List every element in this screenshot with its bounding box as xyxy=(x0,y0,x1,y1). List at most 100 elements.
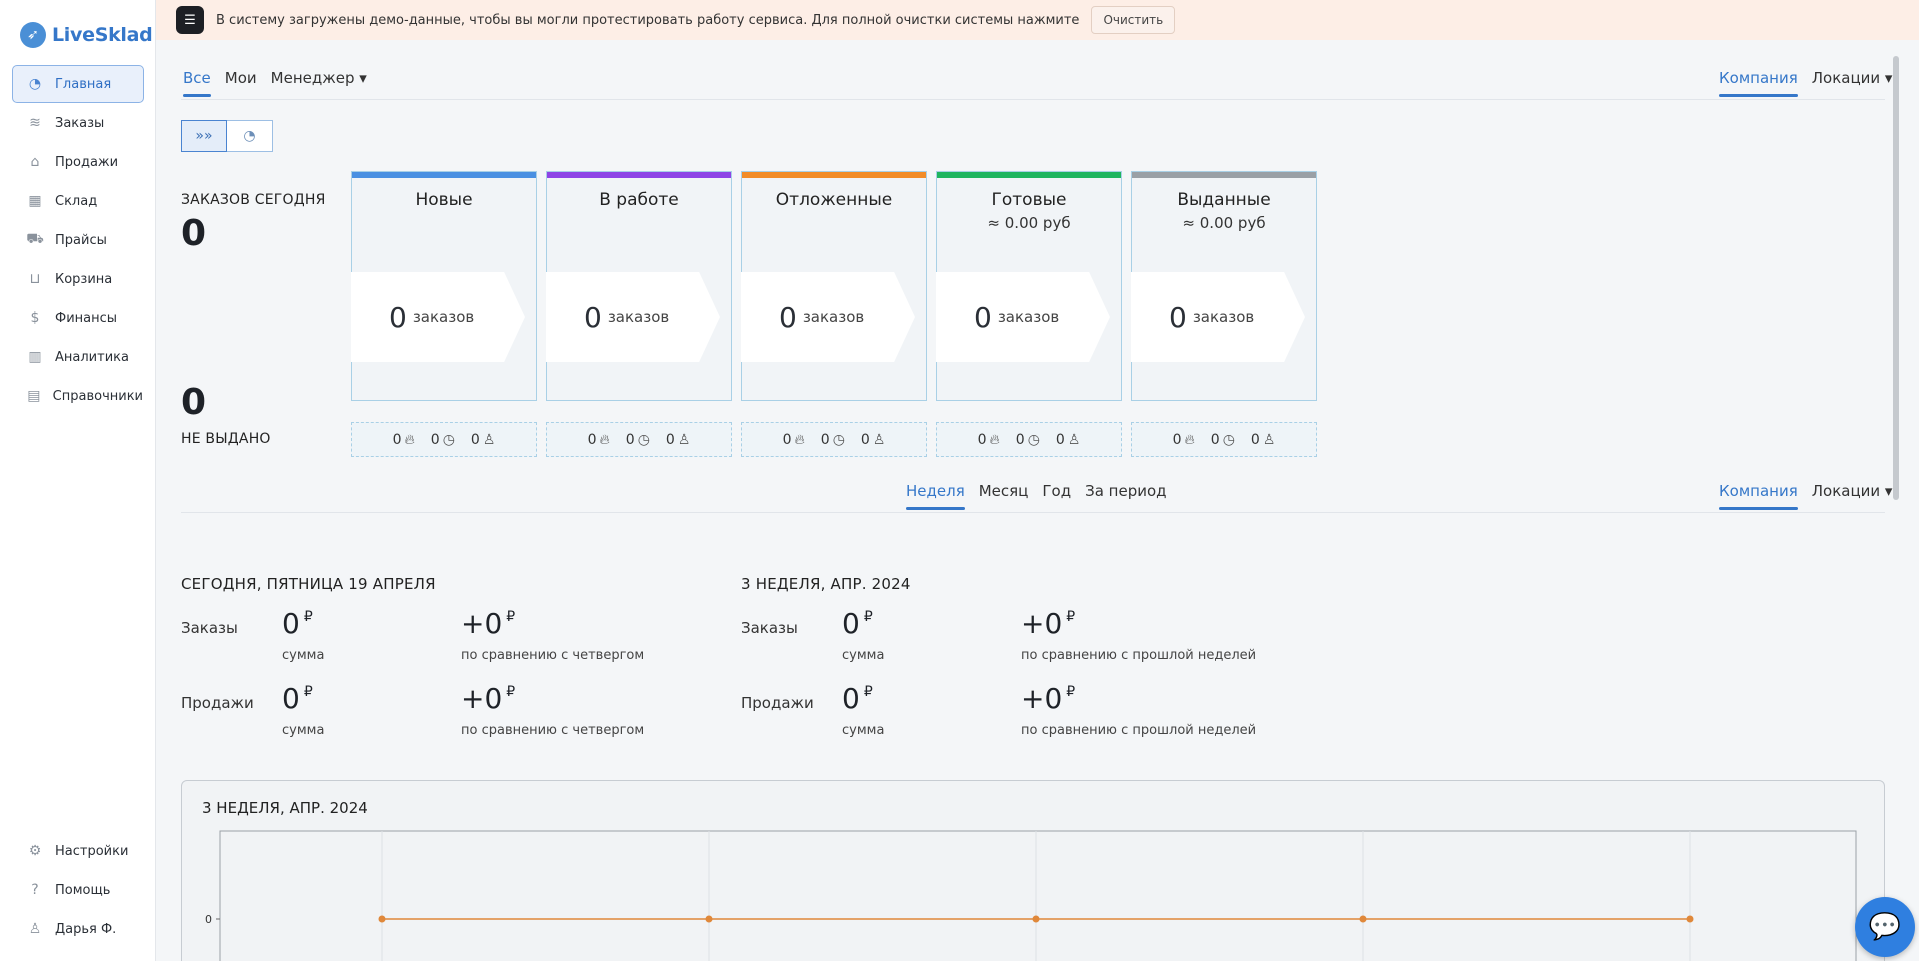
status-indicators: 0 🔥︎ 0 ◷ 0 ♙ xyxy=(936,422,1122,457)
status-count: 0 xyxy=(584,300,602,334)
ruble-icon: ₽ xyxy=(1066,609,1076,625)
chart-point-0 xyxy=(378,915,386,923)
status-count-arrow: 0 заказов xyxy=(1131,272,1305,362)
overdue-count[interactable]: 0 ◷ xyxy=(1016,432,1040,448)
pie-view-icon[interactable]: ◔ xyxy=(227,120,273,152)
locations-dropdown[interactable]: Локации ▾ xyxy=(1812,69,1893,97)
sales-row-label: Продажи xyxy=(181,694,254,712)
tab-mine[interactable]: Мои xyxy=(225,69,257,97)
status-indicators: 0 🔥︎ 0 ◷ 0 ♙ xyxy=(351,422,537,457)
sidebar-item-label: Настройки xyxy=(55,843,129,859)
tab-company[interactable]: Компания xyxy=(1719,69,1798,97)
urgent-count[interactable]: 0 🔥︎ xyxy=(978,432,1000,448)
status-count-unit: заказов xyxy=(412,308,475,326)
tab-period[interactable]: За период xyxy=(1085,482,1166,510)
status-count: 0 xyxy=(974,300,992,334)
user-icon: ♙ xyxy=(28,921,42,937)
clock-icon: ◷ xyxy=(1027,431,1040,448)
status-sum: ≈ 0.00 руб xyxy=(987,214,1071,232)
sidebar-item-gear[interactable]: ⚙ Настройки xyxy=(12,832,144,870)
sidebar-item-money-bag[interactable]: $ Финансы xyxy=(12,299,144,337)
status-card[interactable]: Выданные ≈ 0.00 руб 0 заказов xyxy=(1131,171,1317,401)
urgent-count[interactable]: 0 🔥︎ xyxy=(393,432,415,448)
user-icon: ♙ xyxy=(1262,431,1276,448)
status-count-unit: заказов xyxy=(1192,308,1255,326)
status-count-unit: заказов xyxy=(802,308,865,326)
status-card[interactable]: В работе 0 заказов xyxy=(546,171,732,401)
assigned-count[interactable]: 0 ♙ xyxy=(471,432,495,448)
database-icon: ☰ xyxy=(176,6,204,34)
sidebar-item-label: Главная xyxy=(55,76,112,92)
sidebar-item-warehouse[interactable]: ▦ Склад xyxy=(12,182,144,220)
overdue-count[interactable]: 0 ◷ xyxy=(626,432,650,448)
bar-chart-icon: ▥ xyxy=(28,349,42,365)
chat-bubble-icon[interactable]: 💬 xyxy=(1855,897,1915,957)
sidebar-item-bar-chart[interactable]: ▥ Аналитика xyxy=(12,338,144,376)
period-tabs: Неделя Месяц Год За период xyxy=(906,482,1167,510)
sidebar-item-label: Корзина xyxy=(55,271,113,287)
warehouse-icon: ▦ xyxy=(28,193,42,209)
ruble-icon: ₽ xyxy=(1066,684,1076,700)
clear-data-button[interactable]: Очистить xyxy=(1091,6,1176,34)
store-icon: ⌂ xyxy=(30,154,40,170)
tab-company-stats[interactable]: Компания xyxy=(1719,482,1798,510)
sidebar-item-store[interactable]: ⌂ Продажи xyxy=(12,143,144,181)
tab-week[interactable]: Неделя xyxy=(906,482,965,510)
demo-data-banner: ☰ В систему загружены демо-данные, чтобы… xyxy=(156,0,1919,40)
chart-plot-frame xyxy=(219,830,1857,961)
assigned-count[interactable]: 0 ♙ xyxy=(1056,432,1080,448)
urgent-count[interactable]: 0 🔥︎ xyxy=(783,432,805,448)
sales-delta: +0 ₽ xyxy=(1021,682,1076,715)
user-icon: ♙ xyxy=(872,431,886,448)
view-toggle: »» ◔ xyxy=(181,120,273,152)
urgent-count[interactable]: 0 🔥︎ xyxy=(588,432,610,448)
manager-dropdown[interactable]: Менеджер ▾ xyxy=(271,69,367,97)
tab-year[interactable]: Год xyxy=(1042,482,1071,510)
sales-compare-caption: по сравнению с четвергом xyxy=(461,723,645,738)
not-issued-label: НЕ ВЫДАНО xyxy=(181,431,271,447)
owner-filter-tabs: Все Мои Менеджер ▾ xyxy=(183,69,367,97)
logo[interactable]: ➶ LiveSklad xyxy=(20,22,153,48)
clock-icon: ◷ xyxy=(442,431,455,448)
sidebar-item-help[interactable]: ? Помощь xyxy=(12,871,144,909)
scrollbar[interactable] xyxy=(1893,56,1899,500)
ruble-icon: ₽ xyxy=(863,609,873,625)
sales-sum-caption: сумма xyxy=(282,723,325,738)
status-card[interactable]: Готовые ≈ 0.00 руб 0 заказов xyxy=(936,171,1122,401)
status-sum: ≈ 0.00 руб xyxy=(1182,214,1266,232)
overdue-count[interactable]: 0 ◷ xyxy=(821,432,845,448)
sidebar-item-document[interactable]: ▤ Справочники xyxy=(12,377,144,415)
orders-row-label: Заказы xyxy=(181,619,238,637)
urgent-count[interactable]: 0 🔥︎ xyxy=(1173,432,1195,448)
locations-dropdown-stats[interactable]: Локации ▾ xyxy=(1812,482,1893,510)
fire-icon: 🔥︎ xyxy=(404,431,415,448)
sidebar-item-label: Помощь xyxy=(55,882,111,898)
sidebar-item-pie-chart[interactable]: ◔ Главная xyxy=(12,65,144,103)
overdue-count[interactable]: 0 ◷ xyxy=(431,432,455,448)
sidebar-item-user[interactable]: ♙ Дарья Ф. xyxy=(12,910,144,948)
status-card[interactable]: Новые 0 заказов xyxy=(351,171,537,401)
weekly-chart: 0 xyxy=(205,830,1857,961)
orders-delta: +0 ₽ xyxy=(461,607,516,640)
sidebar-item-truck[interactable]: ⛟ Прайсы xyxy=(12,221,144,259)
status-card[interactable]: Отложенные 0 заказов xyxy=(741,171,927,401)
sidebar-item-label: Прайсы xyxy=(55,232,107,248)
assigned-count[interactable]: 0 ♙ xyxy=(666,432,690,448)
banner-text: В систему загружены демо-данные, чтобы в… xyxy=(216,12,1080,28)
status-count: 0 xyxy=(389,300,407,334)
assigned-count[interactable]: 0 ♙ xyxy=(861,432,885,448)
sales-sum-caption: сумма xyxy=(842,723,885,738)
chart-point-2 xyxy=(1032,915,1040,923)
overdue-count[interactable]: 0 ◷ xyxy=(1211,432,1235,448)
assigned-count[interactable]: 0 ♙ xyxy=(1251,432,1275,448)
status-count: 0 xyxy=(779,300,797,334)
sales-sum: 0 ₽ xyxy=(842,682,873,715)
tab-month[interactable]: Месяц xyxy=(979,482,1029,510)
stats-title: СЕГОДНЯ, ПЯТНИЦА 19 АПРЕЛЯ xyxy=(181,575,436,593)
sidebar-item-basket[interactable]: ⊔ Корзина xyxy=(12,260,144,298)
tab-all[interactable]: Все xyxy=(183,69,211,97)
sales-sum: 0 ₽ xyxy=(282,682,313,715)
clock-icon: ◷ xyxy=(832,431,845,448)
sidebar-item-layers[interactable]: ≋ Заказы xyxy=(12,104,144,142)
pipeline-view-icon[interactable]: »» xyxy=(181,120,227,152)
